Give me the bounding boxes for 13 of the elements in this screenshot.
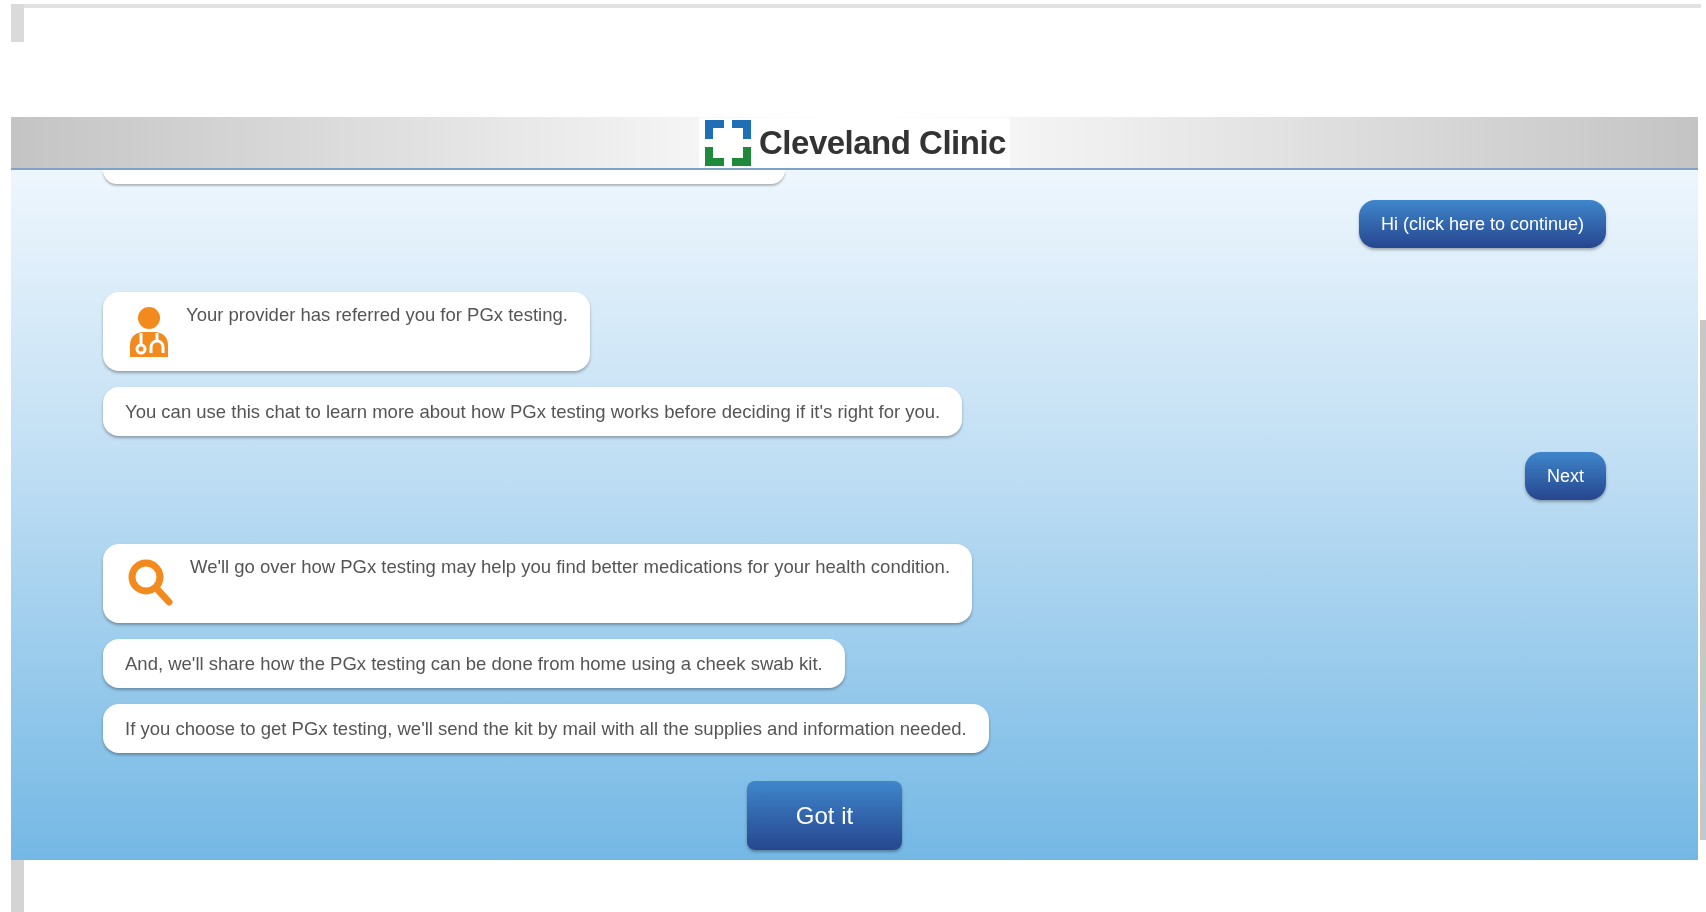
message-text: We'll go over how PGx testing may help you find better medications for your health condition. [190, 555, 951, 579]
reply-button[interactable]: Next [1525, 452, 1606, 500]
window-edge [11, 860, 24, 912]
logo-text: Cleveland Clinic [759, 122, 1006, 163]
message-text: And, we'll share how the PGx testing can be done from home using a cheek swab kit. [125, 651, 823, 676]
doctor-icon [128, 307, 170, 357]
message-text: Your provider has referred you for PGx testing. [186, 303, 568, 327]
reply-button[interactable]: Hi (click here to continue) [1358, 200, 1606, 248]
got-it-button[interactable]: Got it [747, 781, 902, 850]
message-text: You can use this chat to learn more about how PGx testing works before deciding if it's right for you. [125, 399, 941, 424]
cross-logo-icon [705, 119, 752, 166]
message-text: If you choose to get PGx testing, we'll send the kit by mail with all the supplies and information needed. [125, 716, 967, 741]
search-icon [128, 559, 174, 607]
